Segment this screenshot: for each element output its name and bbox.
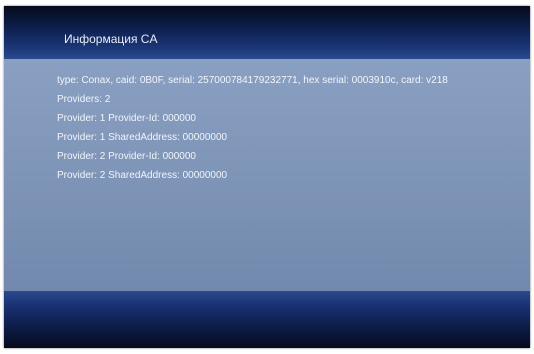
ca-info-list: type: Conax, caid: 0B0F, serial: 2570007…: [57, 71, 448, 185]
tv-screen: Информация CA type: Conax, caid: 0B0F, s…: [4, 6, 530, 348]
page-title: Информация CA: [64, 32, 158, 46]
ca-info-panel: type: Conax, caid: 0B0F, serial: 2570007…: [4, 59, 530, 291]
card-summary-line: type: Conax, caid: 0B0F, serial: 2570007…: [57, 75, 448, 86]
provider-2-shared-address-line: Provider: 2 SharedAddress: 00000000: [57, 170, 228, 181]
providers-count-line: Providers: 2: [57, 94, 111, 105]
provider-1-shared-address-line: Provider: 1 SharedAddress: 00000000: [57, 132, 228, 143]
provider-1-id-line: Provider: 1 Provider-Id: 000000: [57, 113, 196, 124]
provider-2-id-line: Provider: 2 Provider-Id: 000000: [57, 151, 196, 162]
footer-bar: [4, 291, 530, 348]
header-bar: Информация CA: [4, 6, 530, 59]
